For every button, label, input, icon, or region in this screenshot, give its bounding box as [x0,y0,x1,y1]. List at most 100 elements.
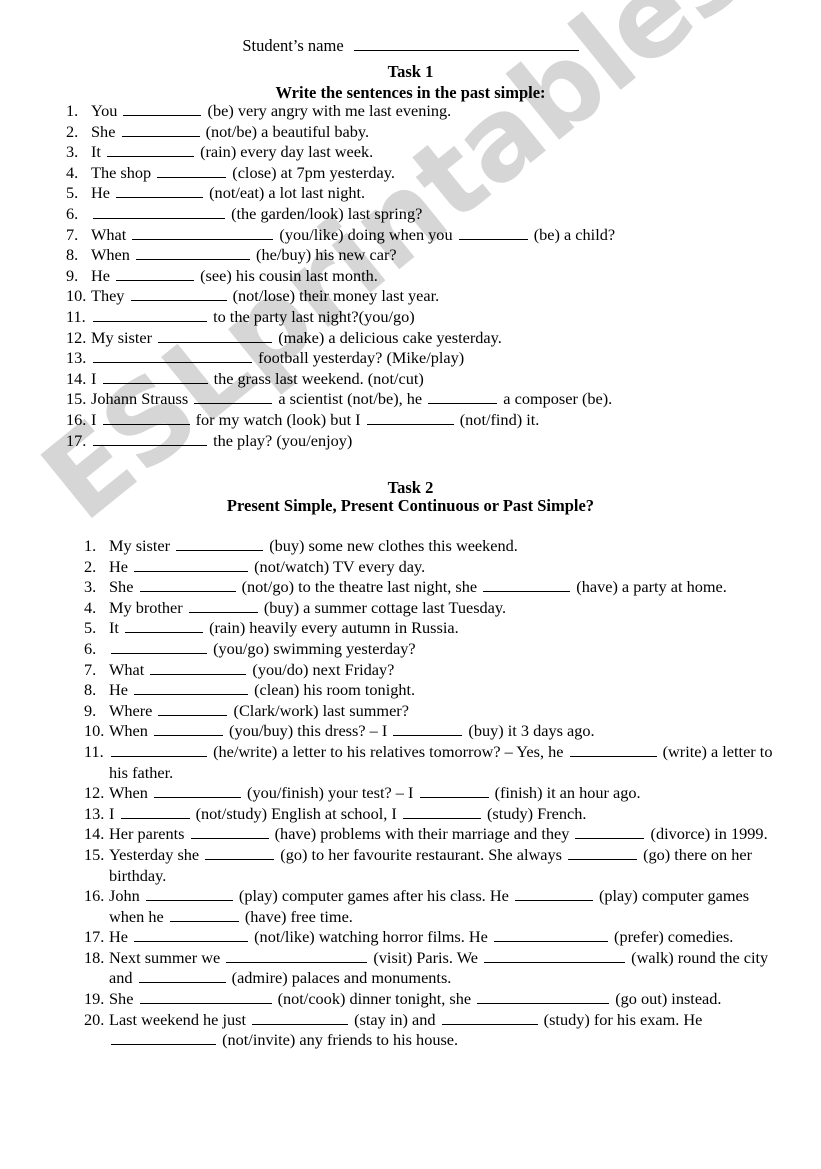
question-item: 3. It (rain) every day last week. [66,142,766,163]
question-number: 12. [66,327,87,347]
answer-blank[interactable] [158,329,273,343]
question-number: 5. [66,183,79,203]
question-text: the play? (you/enjoy) [91,431,766,452]
answer-blank[interactable] [130,287,227,302]
question-item: 9. He (see) his cousin last month. [66,266,766,287]
question-text: He (not/like) watching horror films. He … [109,927,734,947]
answer-blank[interactable] [393,722,463,737]
answer-blank[interactable] [176,537,264,551]
question-item: 18. Next summer we (visit) Paris. We (wal… [84,948,774,989]
question-item: 11. to the party last night?(you/go) [66,307,766,328]
answer-blank[interactable] [125,619,204,634]
answer-blank[interactable] [402,805,481,819]
question-item: 11. (he/write) a letter to his relatives… [84,742,774,783]
answer-blank[interactable] [138,969,226,984]
question-number: 9. [84,700,97,720]
answer-blank[interactable] [153,722,223,737]
answer-blank[interactable] [93,349,252,364]
question-text: When (he/buy) his new car? [91,245,397,265]
answer-blank[interactable] [111,743,207,757]
question-number: 10. [66,286,87,306]
answer-blank[interactable] [93,205,225,219]
answer-blank[interactable] [111,640,207,654]
question-text: My brother (buy) a summer cottage last T… [109,597,507,617]
question-item: 4. My brother (buy) a summer cottage last… [84,598,774,619]
question-text: It (rain) heavily every autumn in Russia… [109,618,459,638]
question-text: I (not/study) English at school, I (stud… [109,803,587,823]
question-item: 10. When (you/buy) this dress? – I (buy) … [84,721,774,742]
answer-blank[interactable] [116,267,195,281]
question-item: 1. You (be) very angry with me last eveni… [66,101,766,122]
task1-question-list: 1. You (be) very angry with me last eveni… [66,101,766,451]
question-number: 5. [84,618,97,638]
question-text: (the garden/look) last spring? [91,204,766,225]
answer-blank[interactable] [134,558,249,572]
answer-blank[interactable] [157,164,227,178]
answer-blank[interactable] [135,246,250,261]
question-item: 6. (you/go) swimming yesterday? [84,639,774,660]
question-item: 4. The shop (close) at 7pm yesterday. [66,163,766,184]
answer-blank[interactable] [139,990,272,1005]
answer-blank[interactable] [132,226,274,240]
answer-blank[interactable] [483,578,571,593]
answer-blank[interactable] [419,784,489,799]
question-number: 11. [84,741,104,761]
answer-blank[interactable] [252,1011,349,1025]
answer-blank[interactable] [123,102,202,116]
question-number: 17. [66,430,87,450]
answer-blank[interactable] [441,1011,538,1025]
answer-blank[interactable] [139,578,236,593]
question-text: I for my watch (look) but I (not/find) i… [91,409,540,429]
answer-blank[interactable] [194,390,273,405]
question-text: football yesterday? (Mike/play) [91,348,766,369]
answer-blank[interactable] [366,411,454,425]
answer-blank[interactable] [568,846,638,860]
answer-blank[interactable] [150,661,247,675]
question-number: 7. [66,224,79,244]
answer-blank[interactable] [569,743,657,757]
answer-blank[interactable] [153,784,241,799]
answer-blank[interactable] [102,411,190,425]
answer-blank[interactable] [493,928,608,943]
answer-blank[interactable] [205,846,275,860]
task1-subtitle: Write the sentences in the past simple: [275,83,546,102]
question-number: 20. [84,1009,105,1029]
question-number: 4. [84,597,97,617]
question-number: 3. [84,577,97,597]
task2-subtitle: Present Simple, Present Continuous or Pa… [226,496,595,515]
answer-blank[interactable] [107,143,195,158]
question-text: What (you/do) next Friday? [109,659,395,679]
answer-blank[interactable] [190,825,269,840]
answer-blank[interactable] [134,681,249,696]
question-number: 16. [66,409,87,429]
question-item: 10. They (not/lose) their money last year… [66,286,766,307]
answer-blank[interactable] [158,702,228,716]
question-item: 14. Her parents (have) problems with thei… [84,824,774,845]
question-number: 15. [66,389,87,409]
question-text: What (you/like) doing when you (be) a ch… [91,224,616,244]
answer-blank[interactable] [428,390,498,405]
answer-blank[interactable] [226,949,368,963]
answer-blank[interactable] [484,949,626,963]
answer-blank[interactable] [145,887,233,902]
question-number: 12. [84,783,105,803]
answer-blank[interactable] [188,599,258,613]
student-name-input[interactable] [353,36,579,51]
answer-blank[interactable] [134,928,249,943]
task1-title: Task 1 [387,62,434,81]
answer-blank[interactable] [116,184,204,199]
answer-blank[interactable] [121,123,200,137]
answer-blank[interactable] [120,805,190,819]
answer-blank[interactable] [169,908,239,922]
answer-blank[interactable] [111,1031,216,1046]
question-text: My sister (buy) some new clothes this we… [109,536,518,555]
answer-blank[interactable] [93,308,207,322]
answer-blank[interactable] [575,825,645,840]
answer-blank[interactable] [514,887,593,902]
answer-blank[interactable] [93,432,207,446]
answer-blank[interactable] [102,370,208,384]
answer-blank[interactable] [477,990,610,1005]
question-item: 9. Where (Clark/work) last summer? [84,701,774,722]
answer-blank[interactable] [458,226,528,240]
question-text: (you/go) swimming yesterday? [109,639,774,660]
